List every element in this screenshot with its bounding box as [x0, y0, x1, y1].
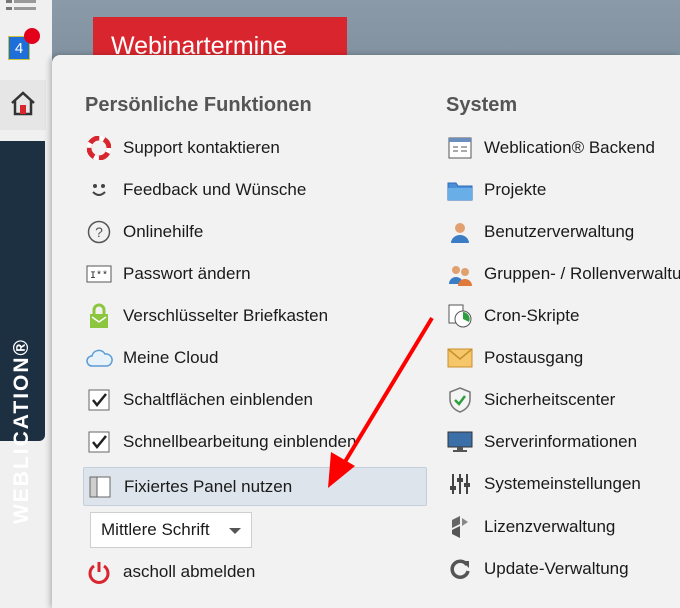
menu-item-cron[interactable]: Cron-Skripte: [446, 298, 579, 334]
smiley-icon: [85, 176, 113, 204]
menu-item-label: Serverinformationen: [484, 432, 638, 451]
folder-icon: [446, 176, 474, 204]
logout-button[interactable]: ascholl abmelden: [85, 554, 255, 590]
menu-item-update[interactable]: Update-Verwaltung: [446, 551, 629, 587]
menu-item-cloud[interactable]: Meine Cloud: [85, 340, 218, 376]
menu-item-label: Benutzerverwaltung: [484, 222, 635, 241]
menu-item-label: Systemeinstellungen: [484, 474, 641, 493]
svg-text:I**: I**: [90, 270, 108, 282]
menu-item-system-settings[interactable]: Systemeinstellungen: [446, 466, 641, 502]
chevron-down-icon: [229, 528, 241, 534]
webinar-button[interactable]: Webinartermine: [93, 17, 347, 57]
cron-icon: [446, 302, 474, 330]
menu-item-label: Meine Cloud: [123, 348, 219, 367]
menu-item-label: Weblication® Backend: [484, 138, 655, 157]
lock-mailbox-icon: [85, 302, 113, 330]
menu-item-backend[interactable]: Weblication® Backend: [446, 130, 655, 166]
font-size-select[interactable]: Mittlere Schrift: [90, 512, 252, 548]
menu-item-fixed-panel[interactable]: Fixiertes Panel nutzen: [83, 467, 427, 506]
menu-item-projects[interactable]: Projekte: [446, 172, 546, 208]
power-icon: [85, 558, 113, 586]
svg-text:?: ?: [95, 224, 103, 240]
menu-item-label: Onlinehilfe: [123, 222, 204, 241]
menu-item-outbox[interactable]: Postausgang: [446, 340, 583, 376]
menu-item-label: Passwort ändern: [123, 264, 251, 283]
checkbox-checked-icon[interactable]: [85, 386, 113, 414]
license-icon: [446, 513, 474, 541]
menu-item-feedback[interactable]: Feedback und Wünsche: [85, 172, 306, 208]
notification-dot: [24, 28, 40, 44]
menu-item-quick-edit[interactable]: Schnellbearbeitung einblenden: [85, 424, 356, 460]
brand-sidebar: WEBLICATION®: [0, 141, 45, 524]
menu-item-label: Feedback und Wünsche: [123, 180, 307, 199]
menu-item-server-info[interactable]: Serverinformationen: [446, 424, 637, 460]
panel-icon: [86, 473, 114, 501]
system-title: System: [446, 94, 518, 116]
home-icon: [9, 90, 37, 121]
monitor-icon: [446, 428, 474, 456]
menu-item-license[interactable]: Lizenzverwaltung: [446, 509, 615, 545]
menu-item-mailbox[interactable]: Verschlüsselter Briefkasten: [85, 298, 328, 334]
checkbox-checked-icon[interactable]: [85, 428, 113, 456]
menu-item-label: Schnellbearbeitung einblenden: [123, 432, 357, 451]
password-icon: I**: [85, 260, 113, 288]
envelope-icon: [446, 344, 474, 372]
menu-item-help[interactable]: ? Onlinehilfe: [85, 214, 203, 250]
menu-item-support[interactable]: Support kontaktieren: [85, 130, 280, 166]
shield-check-icon: [446, 386, 474, 414]
sliders-icon: [446, 470, 474, 498]
menu-item-security[interactable]: Sicherheitscenter: [446, 382, 615, 418]
menu-item-label: Schaltflächen einblenden: [123, 390, 313, 409]
menu-item-label: Fixiertes Panel nutzen: [124, 476, 293, 496]
menu-item-label: Projekte: [484, 180, 547, 199]
personal-title: Persönliche Funktionen: [85, 94, 312, 116]
menu-item-users[interactable]: Benutzerverwaltung: [446, 214, 634, 250]
group-icon: [446, 260, 474, 288]
menu-item-label: Lizenzverwaltung: [484, 517, 616, 536]
notification-badge[interactable]: 4: [8, 28, 40, 60]
home-button[interactable]: [0, 80, 46, 130]
menu-item-password[interactable]: I** Passwort ändern: [85, 256, 251, 292]
menu-item-label: Gruppen- / Rollenverwaltung: [484, 264, 680, 283]
font-size-select-value: Mittlere Schrift: [101, 520, 210, 539]
update-icon: [446, 555, 474, 583]
help-icon: ?: [85, 218, 113, 246]
cloud-icon: [85, 344, 113, 372]
menu-item-label: Verschlüsselter Briefkasten: [123, 306, 329, 325]
menu-item-label: Sicherheitscenter: [484, 390, 616, 409]
menu-item-label: ascholl abmelden: [123, 562, 256, 581]
brand-logo-text: WEBLICATION®: [10, 337, 33, 525]
backend-window-icon: [446, 134, 474, 162]
menu-item-label: Update-Verwaltung: [484, 559, 629, 578]
menu-item-groups[interactable]: Gruppen- / Rollenverwaltung: [446, 256, 680, 292]
menu-item-label: Support kontaktieren: [123, 138, 280, 157]
list-icon[interactable]: [6, 0, 36, 14]
user-icon: [446, 218, 474, 246]
menu-item-label: Postausgang: [484, 348, 584, 367]
lifebuoy-icon: [85, 134, 113, 162]
menu-item-label: Cron-Skripte: [484, 306, 580, 325]
menu-item-show-buttons[interactable]: Schaltflächen einblenden: [85, 382, 313, 418]
